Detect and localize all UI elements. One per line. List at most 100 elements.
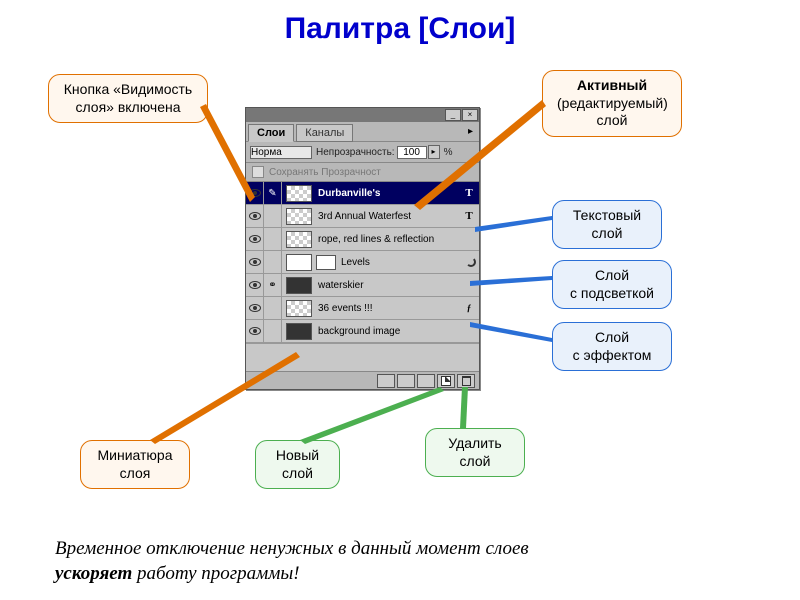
panel-tabs: Слои Каналы ▸ bbox=[246, 122, 479, 141]
close-button[interactable]: × bbox=[462, 109, 478, 121]
layer-name: background image bbox=[316, 326, 479, 337]
mask-thumbnail bbox=[316, 255, 336, 270]
effect-layer-icon: ƒ bbox=[462, 301, 476, 315]
layer-name: 36 events !!! bbox=[316, 303, 462, 314]
footer-note-bold: ускоряет bbox=[55, 563, 132, 584]
callout-highlight-layer: Слой с подсветкой bbox=[552, 260, 672, 309]
page-title: Палитра [Слои] bbox=[0, 0, 800, 52]
panel-menu-icon[interactable]: ▸ bbox=[462, 124, 479, 141]
footer-btn-2[interactable] bbox=[397, 374, 415, 388]
visibility-toggle[interactable] bbox=[246, 297, 264, 320]
delete-layer-button[interactable] bbox=[457, 374, 475, 388]
eye-icon bbox=[249, 258, 261, 266]
layer-row[interactable]: 3rd Annual WaterfestT bbox=[246, 205, 479, 228]
eye-icon bbox=[249, 327, 261, 335]
eye-icon bbox=[249, 281, 261, 289]
opacity-percent: % bbox=[444, 147, 453, 158]
callout-text-layer: Текстовый слой bbox=[552, 200, 662, 249]
layer-thumbnail bbox=[286, 231, 312, 248]
callout-thumb-l2: слоя bbox=[120, 465, 151, 481]
visibility-toggle[interactable] bbox=[246, 251, 264, 274]
link-toggle[interactable] bbox=[264, 205, 282, 228]
link-toggle[interactable] bbox=[264, 228, 282, 251]
callout-delete-l1: Удалить bbox=[448, 435, 501, 451]
footer-btn-1[interactable] bbox=[377, 374, 395, 388]
link-toggle[interactable] bbox=[264, 251, 282, 274]
eye-icon bbox=[249, 304, 261, 312]
layer-name: rope, red lines & reflection bbox=[316, 234, 479, 245]
layer-name: waterskier bbox=[316, 280, 479, 291]
layers-empty-space bbox=[246, 343, 479, 371]
preserve-transparency-checkbox[interactable] bbox=[252, 166, 264, 178]
trash-icon bbox=[462, 376, 471, 386]
opacity-slider-arrow[interactable]: ▸ bbox=[428, 145, 440, 159]
preserve-transparency-row: Сохранять Прозрачност bbox=[246, 163, 479, 182]
layer-name: Durbanville's bbox=[316, 188, 462, 199]
callout-text-l2: слой bbox=[592, 225, 623, 241]
link-toggle[interactable] bbox=[264, 320, 282, 343]
new-layer-button[interactable] bbox=[437, 374, 455, 388]
link-toggle[interactable]: ✎ bbox=[264, 182, 282, 205]
footer-note-part2: работу программы! bbox=[132, 563, 299, 584]
footer-btn-3[interactable] bbox=[417, 374, 435, 388]
layer-row[interactable]: background image bbox=[246, 320, 479, 343]
text-layer-icon: T bbox=[462, 186, 476, 200]
panel-titlebar: _ × bbox=[246, 108, 479, 122]
callout-effect-l1: Слой bbox=[595, 329, 629, 345]
adjustment-layer-icon bbox=[466, 257, 476, 267]
callout-text-l1: Текстовый bbox=[573, 207, 641, 223]
visibility-toggle[interactable] bbox=[246, 320, 264, 343]
callout-thumbnail: Миниатюра слоя bbox=[80, 440, 190, 489]
callout-active-l3: слой bbox=[597, 112, 628, 128]
eye-icon bbox=[249, 212, 261, 220]
eye-icon bbox=[249, 189, 261, 197]
layer-row[interactable]: ✎ Durbanville'sT bbox=[246, 182, 479, 205]
callout-effect-l2: с эффектом bbox=[573, 347, 652, 363]
layer-name: 3rd Annual Waterfest bbox=[316, 211, 462, 222]
layer-row[interactable]: 36 events !!!ƒ bbox=[246, 297, 479, 320]
layer-thumbnail bbox=[286, 254, 312, 271]
visibility-toggle[interactable] bbox=[246, 182, 264, 205]
layer-thumbnail bbox=[286, 208, 312, 225]
layer-options-row: Норма Непрозрачность: 100 ▸ % bbox=[246, 141, 479, 163]
callout-visibility: Кнопка «Видимость слоя» включена bbox=[48, 74, 208, 123]
callout-thumb-l1: Миниатюра bbox=[98, 447, 173, 463]
layer-thumbnail bbox=[286, 185, 312, 202]
layer-row[interactable]: rope, red lines & reflection bbox=[246, 228, 479, 251]
tab-channels[interactable]: Каналы bbox=[296, 124, 353, 142]
callout-delete-l2: слой bbox=[460, 453, 491, 469]
callout-effect-layer: Слой с эффектом bbox=[552, 322, 672, 371]
link-toggle[interactable] bbox=[264, 297, 282, 320]
callout-new-l1: Новый bbox=[276, 447, 319, 463]
callout-new-l2: слой bbox=[282, 465, 313, 481]
opacity-label: Непрозрачность: bbox=[316, 147, 395, 158]
callout-active-l2: (редактируемый) bbox=[557, 95, 668, 111]
callout-active-layer: Активный (редактируемый) слой bbox=[542, 70, 682, 137]
titlebar-spacer bbox=[246, 108, 445, 122]
footer-note: Временное отключение ненужных в данный м… bbox=[55, 537, 755, 586]
visibility-toggle[interactable] bbox=[246, 274, 264, 297]
callout-visibility-text: Кнопка «Видимость слоя» включена bbox=[64, 81, 192, 115]
layer-row[interactable]: ⚭ waterskier bbox=[246, 274, 479, 297]
callout-new-layer: Новый слой bbox=[255, 440, 340, 489]
minimize-button[interactable]: _ bbox=[445, 109, 461, 121]
callout-hilite-l1: Слой bbox=[595, 267, 629, 283]
opacity-value[interactable]: 100 bbox=[397, 146, 427, 159]
layer-thumbnail bbox=[286, 277, 312, 294]
layer-row[interactable]: Levels bbox=[246, 251, 479, 274]
blend-mode-select[interactable]: Норма bbox=[250, 146, 312, 159]
layers-list: ✎ Durbanville'sT 3rd Annual WaterfestT rope… bbox=[246, 182, 479, 343]
layer-thumbnail bbox=[286, 300, 312, 317]
layer-name: Levels bbox=[339, 257, 466, 268]
new-layer-icon bbox=[441, 376, 451, 386]
footer-note-part1: Временное отключение ненужных в данный м… bbox=[55, 538, 529, 559]
visibility-toggle[interactable] bbox=[246, 205, 264, 228]
callout-delete-layer: Удалить слой bbox=[425, 428, 525, 477]
layers-palette: _ × Слои Каналы ▸ Норма Непрозрачность: … bbox=[245, 107, 480, 390]
tab-layers[interactable]: Слои bbox=[248, 124, 294, 142]
link-toggle[interactable]: ⚭ bbox=[264, 274, 282, 297]
visibility-toggle[interactable] bbox=[246, 228, 264, 251]
preserve-transparency-label: Сохранять Прозрачност bbox=[269, 167, 381, 178]
eye-icon bbox=[249, 235, 261, 243]
panel-footer bbox=[246, 371, 479, 389]
